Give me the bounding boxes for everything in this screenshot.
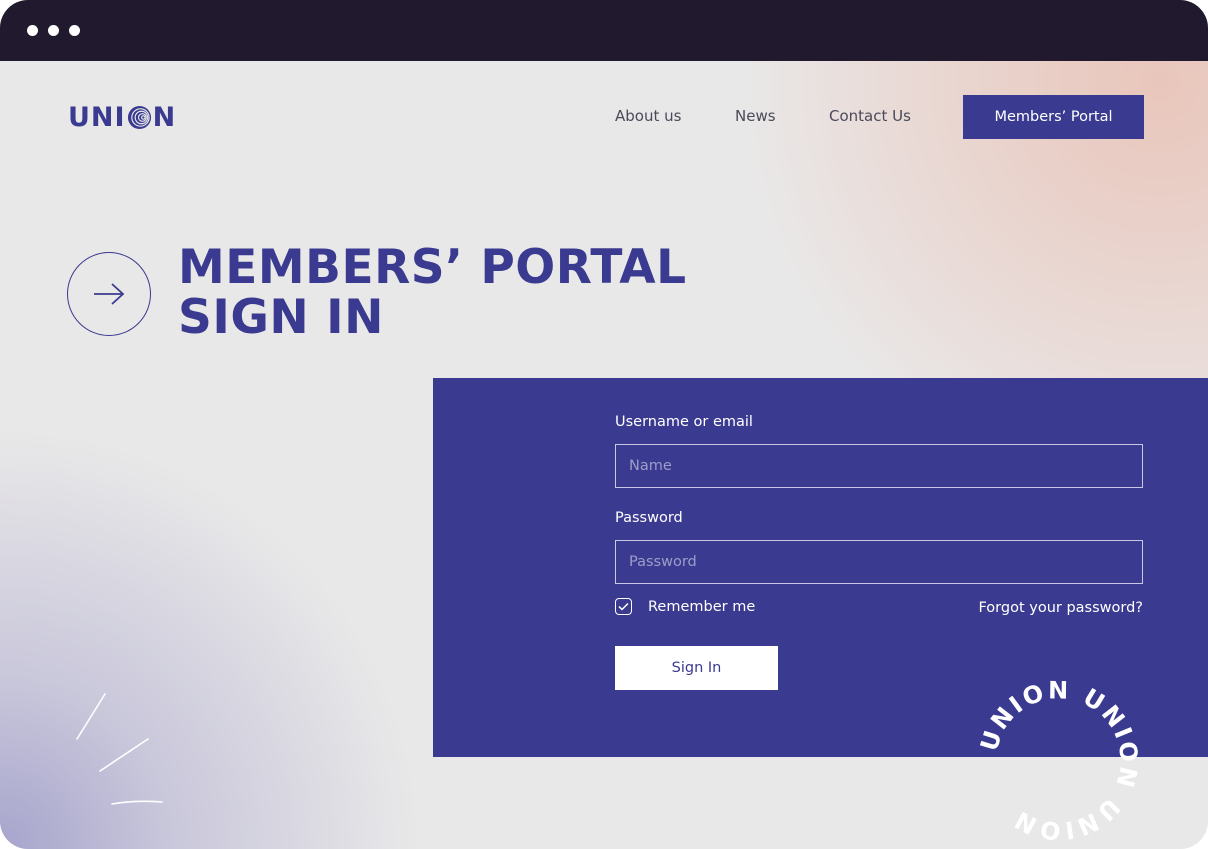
window-control-dot[interactable] [48, 25, 59, 36]
checkmark-icon [618, 602, 629, 611]
members-portal-button[interactable]: Members’ Portal [963, 95, 1144, 139]
union-ring-badge: UNION UNION UNION [975, 676, 1143, 845]
page-title: MEMBERS’ PORTAL SIGN IN [178, 243, 687, 343]
union-logo[interactable]: UNI N [68, 100, 176, 134]
page-title-line2: SIGN IN [178, 290, 384, 345]
nav-about-us[interactable]: About us [615, 107, 681, 125]
ring-text: UNION UNION UNION [975, 676, 1143, 845]
window-titlebar [0, 0, 1208, 61]
remember-label: Remember me [648, 598, 756, 615]
window-control-dot[interactable] [69, 25, 80, 36]
password-label: Password [615, 510, 683, 526]
sign-in-button[interactable]: Sign In [615, 646, 778, 690]
decorative-scribble-icon [76, 693, 163, 805]
password-input[interactable] [615, 540, 1143, 584]
remember-me[interactable]: Remember me [615, 598, 755, 615]
page-title-line1: MEMBERS’ PORTAL [178, 240, 687, 295]
username-input[interactable] [615, 444, 1143, 488]
arrow-circle-button [67, 252, 151, 336]
browser-window: UNI N About us News Contact Us Members’ … [0, 0, 1208, 849]
remember-checkbox[interactable] [615, 598, 632, 615]
arrow-right-icon [94, 283, 125, 305]
logo-text-right: N [152, 101, 177, 133]
username-label: Username or email [615, 414, 753, 430]
nav-news[interactable]: News [735, 107, 776, 125]
window-control-dot[interactable] [27, 25, 38, 36]
page-viewport: UNI N About us News Contact Us Members’ … [0, 61, 1208, 849]
nav-contact-us[interactable]: Contact Us [829, 107, 911, 125]
logo-spiral-icon [127, 105, 151, 129]
forgot-password-link[interactable]: Forgot your password? [978, 600, 1143, 616]
ring-text-path: UNION UNION UNION [975, 676, 1141, 845]
logo-text-left: UNI [68, 101, 126, 133]
